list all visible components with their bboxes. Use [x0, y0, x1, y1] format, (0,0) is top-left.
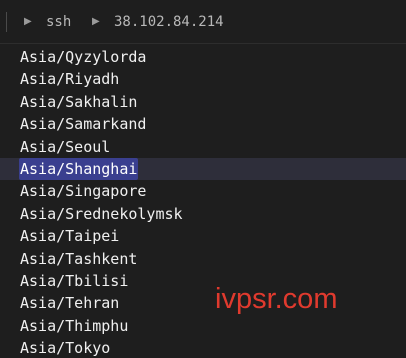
- selected-text[interactable]: Asia/Shanghai: [19, 158, 139, 180]
- terminal-line: Asia/Tokyo: [0, 337, 406, 358]
- tab-divider: [6, 12, 7, 32]
- terminal-line: Asia/Riyadh: [0, 68, 406, 90]
- line-text: Asia/Seoul: [20, 138, 111, 156]
- terminal-line: Asia/Tehran: [0, 292, 406, 314]
- line-text: Asia/Qyzylorda: [20, 48, 147, 66]
- breadcrumb-item-host[interactable]: 38.102.84.214: [114, 12, 224, 32]
- terminal-line: Asia/Taipei: [0, 225, 406, 247]
- terminal-output[interactable]: Asia/Qyzylorda Asia/Riyadh Asia/Sakhalin…: [0, 44, 406, 358]
- terminal-line: Asia/Qyzylorda: [0, 46, 406, 68]
- line-text: Asia/Singapore: [20, 182, 147, 200]
- triangle-right-icon: ▶: [24, 16, 32, 27]
- breadcrumb: ▶ ssh ▶ 38.102.84.214: [0, 0, 406, 44]
- line-text: Asia/Samarkand: [20, 115, 147, 133]
- terminal-line: Asia/Sakhalin: [0, 91, 406, 113]
- line-text: Asia/Tbilisi: [20, 272, 129, 290]
- line-text: Asia/Tehran: [20, 294, 120, 312]
- line-text: Asia/Srednekolymsk: [20, 205, 183, 223]
- terminal-line: Asia/Samarkand: [0, 113, 406, 135]
- terminal-window: ▶ ssh ▶ 38.102.84.214 Asia/Qyzylorda Asi…: [0, 0, 406, 358]
- terminal-line: Asia/Singapore: [0, 180, 406, 202]
- breadcrumb-item-ssh[interactable]: ssh: [46, 12, 71, 32]
- line-text: Asia/Tashkent: [20, 250, 138, 268]
- terminal-line: Asia/Thimphu: [0, 315, 406, 337]
- terminal-line: Asia/Seoul: [0, 136, 406, 158]
- terminal-line: Asia/Srednekolymsk: [0, 203, 406, 225]
- line-text: Asia/Tokyo: [20, 339, 111, 357]
- line-text: Asia/Sakhalin: [20, 93, 138, 111]
- triangle-right-icon: ▶: [92, 16, 100, 27]
- line-text: Asia/Thimphu: [20, 317, 129, 335]
- line-text: Asia/Taipei: [20, 227, 120, 245]
- terminal-line-selected[interactable]: Asia/Shanghai: [0, 158, 406, 180]
- line-text: Asia/Riyadh: [20, 70, 120, 88]
- terminal-line: Asia/Tbilisi: [0, 270, 406, 292]
- watermark: ivpsr.com: [215, 283, 338, 315]
- terminal-line: Asia/Tashkent: [0, 248, 406, 270]
